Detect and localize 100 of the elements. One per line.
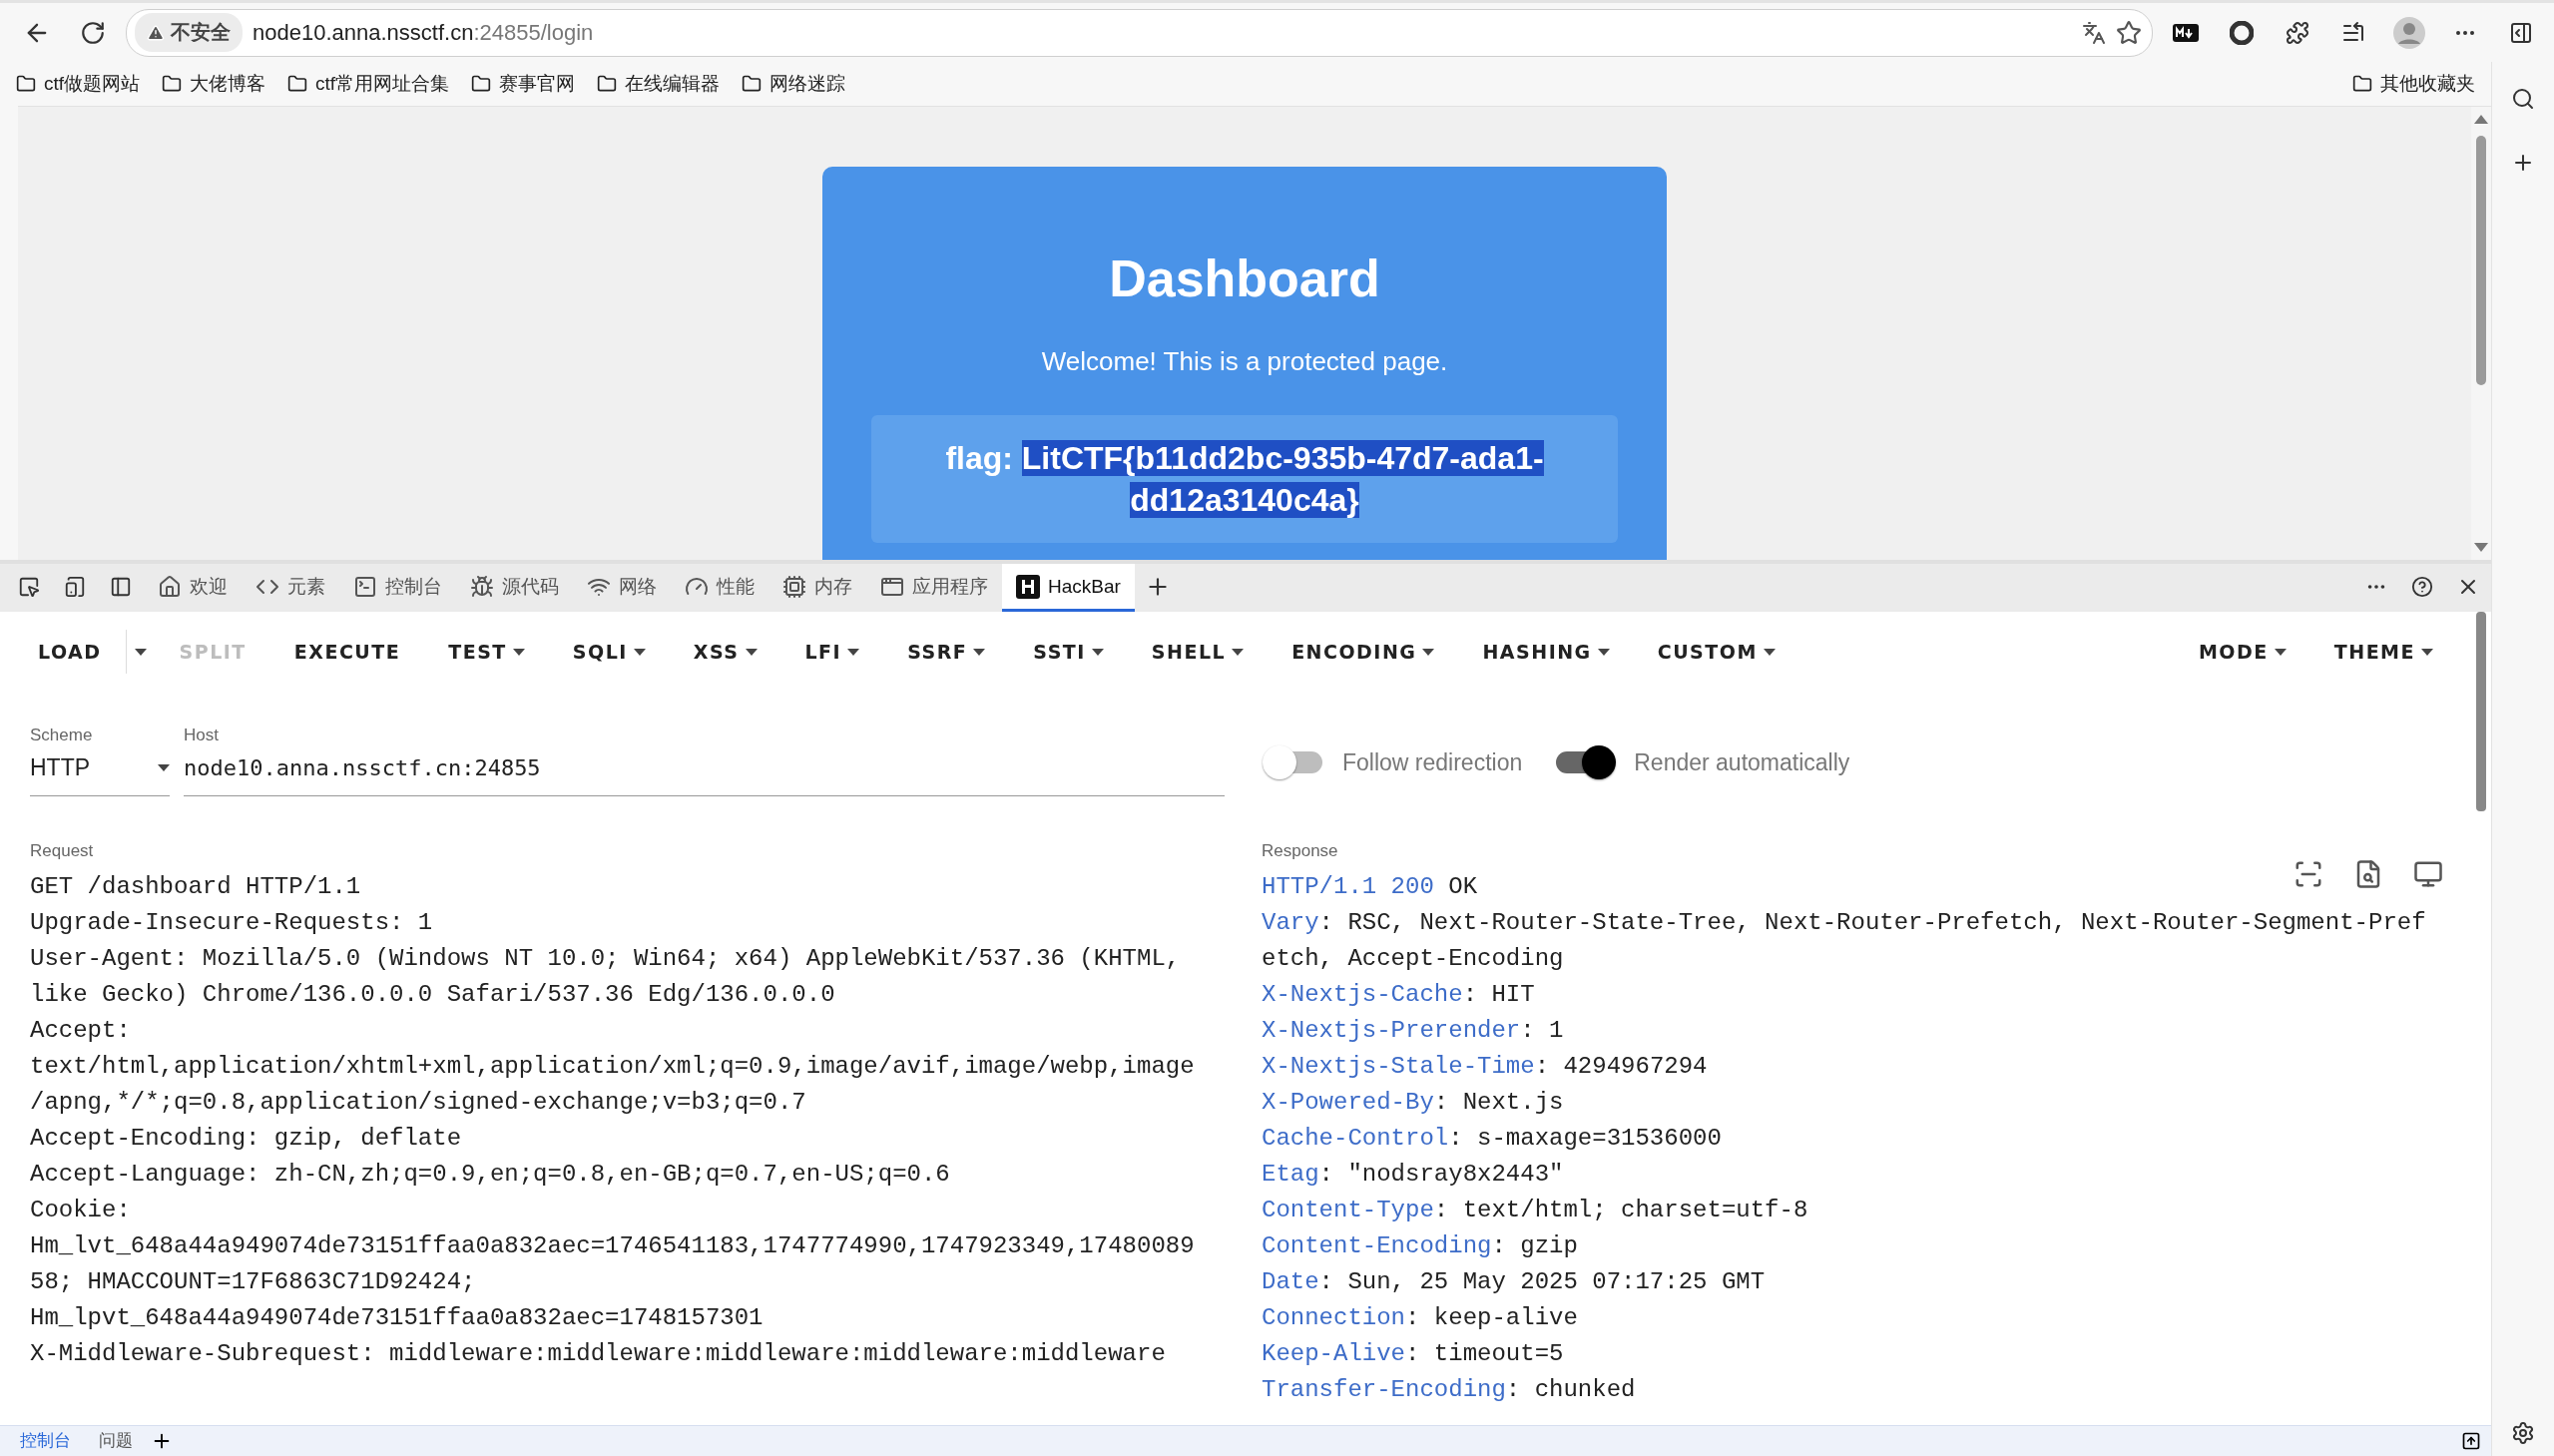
monitor-icon[interactable] bbox=[2413, 859, 2443, 889]
extensions-icon[interactable] bbox=[2286, 20, 2309, 45]
menu-button[interactable]: SSTI bbox=[1009, 631, 1128, 673]
toolbar-button[interactable]: EXECUTE bbox=[269, 631, 425, 673]
bookmark-folder[interactable]: 大佬博客 bbox=[162, 71, 266, 97]
translate-icon[interactable] bbox=[2082, 20, 2106, 45]
search-icon[interactable] bbox=[2511, 87, 2535, 111]
caret-icon bbox=[973, 648, 986, 656]
dashboard-title: Dashboard bbox=[1109, 248, 1380, 308]
response-line: X-Nextjs-Stale-Time: 4294967294 bbox=[1262, 1052, 1708, 1082]
devtools-tab[interactable]: HackBar bbox=[1002, 564, 1135, 612]
request-line: 58; HMACCOUNT=17F6863C71D92424; bbox=[30, 1267, 476, 1297]
menu-button[interactable]: CUSTOM bbox=[1633, 631, 1799, 673]
menu-button[interactable]: XSS bbox=[669, 631, 781, 673]
menu-button[interactable]: SSRF bbox=[883, 631, 1010, 673]
caret-icon bbox=[1597, 648, 1610, 656]
caret-icon bbox=[1232, 648, 1245, 656]
bookmark-folder[interactable]: ctf做题网站 bbox=[16, 71, 141, 97]
request-line: Accept-Language: zh-CN,zh;q=0.9,en;q=0.8,en-GB;q=0.7,en-US;q=0.6 bbox=[30, 1160, 950, 1190]
response-line: Connection: keep-alive bbox=[1262, 1303, 1578, 1333]
inspect-icon[interactable] bbox=[18, 576, 40, 598]
menu-button[interactable]: TEST bbox=[424, 631, 549, 673]
scheme-select[interactable]: Scheme HTTP bbox=[30, 726, 170, 796]
reload-icon[interactable] bbox=[80, 19, 106, 46]
response-line: Vary: RSC, Next-Router-State-Tree, Next-Router-Prefetch, Next-Router-Segment-Pref bbox=[1262, 908, 2426, 938]
ring-extension-icon[interactable] bbox=[2230, 20, 2254, 45]
request-line: GET /dashboard HTTP/1.1 bbox=[30, 872, 361, 902]
scrollbar[interactable] bbox=[2471, 107, 2491, 560]
caret-icon bbox=[2274, 648, 2287, 656]
caret-icon bbox=[1763, 648, 1776, 656]
folder-icon bbox=[162, 74, 183, 94]
devtools-tab[interactable]: 性能 bbox=[671, 564, 768, 612]
response-line: Etag: "nodsray8x2443" bbox=[1262, 1160, 1564, 1190]
field-label: Host bbox=[184, 726, 220, 745]
menu-button[interactable]: SHELL bbox=[1127, 631, 1269, 673]
request-line: Accept: bbox=[30, 1016, 131, 1046]
caret-icon bbox=[2421, 648, 2433, 656]
menu-button[interactable]: ENCODING bbox=[1268, 631, 1459, 673]
settings-icon[interactable] bbox=[2511, 1421, 2535, 1445]
request-line: like Gecko) Chrome/136.0.0.0 Safari/537.36 Edg/136.0.0.0 bbox=[30, 980, 835, 1010]
response-line: X-Nextjs-Cache: HIT bbox=[1262, 980, 1535, 1010]
device-icon[interactable] bbox=[64, 576, 86, 598]
sidebar-toggle-icon[interactable] bbox=[2509, 20, 2533, 45]
toggle-label: Follow redirection bbox=[1342, 748, 1523, 776]
scrollbar[interactable] bbox=[2476, 612, 2486, 811]
caret-icon bbox=[1422, 648, 1435, 656]
response-line: Keep-Alive: timeout=5 bbox=[1262, 1339, 1564, 1369]
request-line: Hm_lpvt_648a44a949074de73151ffaa0a832aec=1748157301 bbox=[30, 1303, 764, 1333]
drawer-tab[interactable]: 控制台 bbox=[10, 1424, 81, 1456]
star-icon[interactable] bbox=[2116, 19, 2142, 46]
bug-icon bbox=[470, 574, 494, 599]
caret-icon bbox=[1091, 648, 1104, 656]
bookmark-folder[interactable]: ctf常用网址合集 bbox=[287, 71, 450, 97]
security-label[interactable]: 不安全 bbox=[135, 13, 243, 52]
caret-icon bbox=[158, 763, 170, 771]
markdown-extension-icon[interactable] bbox=[2173, 23, 2199, 42]
bookmark-folder[interactable]: 赛事官网 bbox=[471, 71, 576, 97]
folder-icon bbox=[2352, 74, 2372, 94]
menu-button[interactable]: HASHING bbox=[1458, 631, 1634, 673]
toolbar-button[interactable]: LOAD bbox=[14, 631, 126, 673]
devtools-tab[interactable]: 内存 bbox=[768, 564, 866, 612]
request-line: text/html,application/xhtml+xml,application/xml;q=0.9,image/avif,image/webp,image bbox=[30, 1052, 1195, 1082]
request-line: Cookie: bbox=[30, 1196, 131, 1225]
response-line: Content-Type: text/html; charset=utf-8 bbox=[1262, 1196, 1808, 1225]
devtools-tab[interactable]: 网络 bbox=[573, 564, 671, 612]
caret-icon bbox=[847, 648, 860, 656]
request-line: User-Agent: Mozilla/5.0 (Windows NT 10.0; Win64; x64) AppleWebKit/537.36 (KHTML, bbox=[30, 944, 1181, 974]
home-icon bbox=[158, 574, 182, 599]
menu-button[interactable]: SQLI bbox=[548, 631, 670, 673]
response-line: etch, Accept-Encoding bbox=[1262, 944, 1564, 974]
response-line: HTTP/1.1 200 OK bbox=[1262, 872, 1478, 902]
devtools-tab[interactable]: 欢迎 bbox=[144, 564, 242, 612]
caret-icon bbox=[512, 648, 525, 656]
panel-icon[interactable] bbox=[110, 576, 132, 598]
devtools-tab[interactable]: 控制台 bbox=[339, 564, 456, 612]
bookmark-folder[interactable]: 网络迷踪 bbox=[742, 71, 846, 97]
request-line: Upgrade-Insecure-Requests: 1 bbox=[30, 908, 433, 938]
toggle-label: Render automatically bbox=[1634, 748, 1850, 776]
devtools-tab[interactable]: 应用程序 bbox=[866, 564, 1002, 612]
host-field[interactable]: node10.anna.nssctf.cn:24855 bbox=[184, 745, 1225, 789]
folder-icon bbox=[16, 74, 36, 94]
menu-button[interactable]: LFI bbox=[780, 631, 884, 673]
dock-icon[interactable] bbox=[2461, 1431, 2481, 1451]
devtools-tab[interactable]: 元素 bbox=[242, 564, 339, 612]
request-line: Hm_lvt_648a44a949074de73151ffaa0a832aec=1746541183,1747774990,1747923349,17480089 bbox=[30, 1231, 1195, 1261]
select-icon[interactable] bbox=[2294, 859, 2323, 889]
caret-icon bbox=[745, 648, 758, 656]
menu-button[interactable]: THEME bbox=[2309, 631, 2457, 673]
devtools-tab[interactable]: 源代码 bbox=[456, 564, 573, 612]
help-icon[interactable] bbox=[2411, 576, 2433, 598]
bookmark-folder[interactable]: 在线编辑器 bbox=[597, 71, 721, 97]
bookmark-folder[interactable]: 其他收藏夹 bbox=[2352, 71, 2475, 97]
drawer-tab[interactable]: 问题 bbox=[89, 1424, 143, 1456]
profile-avatar[interactable] bbox=[2393, 16, 2425, 49]
address-bar[interactable]: 不安全 node10.anna.nssctf.cn:24855/login bbox=[126, 8, 2153, 57]
request-line: /apng,*/*;q=0.8,application/signed-exchange;v=b3;q=0.7 bbox=[30, 1088, 806, 1118]
menu-button[interactable]: MODE bbox=[2174, 631, 2310, 673]
terminal-icon bbox=[353, 574, 377, 599]
response-line: Content-Encoding: gzip bbox=[1262, 1231, 1578, 1261]
hackbar-logo-icon bbox=[1016, 574, 1040, 599]
